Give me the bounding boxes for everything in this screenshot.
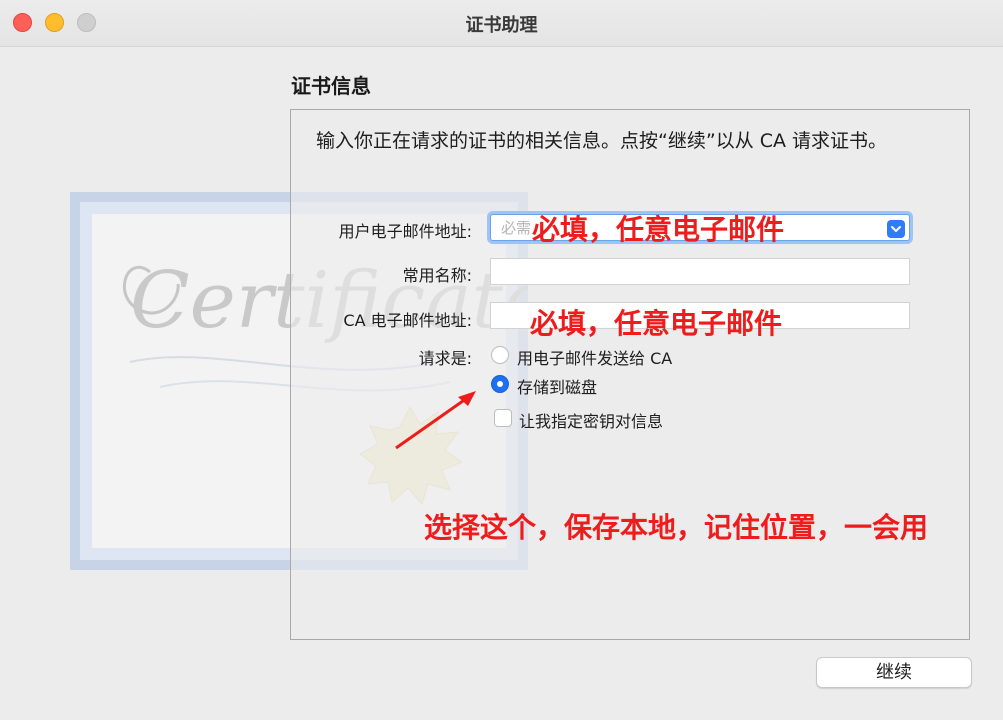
certificate-assistant-window: 证书助理 Certificate 证书信息 输入你正在请求的证书的相关信息。点按… bbox=[0, 0, 1003, 720]
email-label: 用户电子邮件地址: bbox=[338, 222, 472, 241]
save-to-disk-label[interactable]: 存储到磁盘 bbox=[517, 374, 597, 398]
request-is-label: 请求是: bbox=[418, 349, 472, 368]
email-to-ca-label[interactable]: 用电子邮件发送给 CA bbox=[517, 345, 672, 369]
ca-email-annotation: 必填，任意电子邮件 bbox=[530, 307, 783, 340]
intro-text: 输入你正在请求的证书的相关信息。点按“继续”以从 CA 请求证书。 bbox=[316, 130, 888, 152]
save-to-disk-radio[interactable] bbox=[491, 375, 509, 393]
section-title: 证书信息 bbox=[291, 74, 371, 98]
common-name-field[interactable] bbox=[490, 258, 910, 285]
form-panel bbox=[290, 109, 970, 640]
specify-key-pair-checkbox[interactable] bbox=[494, 409, 512, 427]
specify-key-pair-label[interactable]: 让我指定密钥对信息 bbox=[519, 408, 663, 432]
save-annotation: 选择这个，保存本地，记住位置，一会用 bbox=[424, 511, 929, 544]
chevron-down-icon[interactable] bbox=[887, 220, 905, 238]
continue-button[interactable]: 继续 bbox=[816, 657, 972, 688]
title-bar: 证书助理 bbox=[0, 0, 1003, 47]
ca-email-label: CA 电子邮件地址: bbox=[343, 311, 472, 330]
common-name-input[interactable] bbox=[491, 259, 909, 284]
email-to-ca-radio[interactable] bbox=[491, 346, 509, 364]
common-name-label: 常用名称: bbox=[402, 266, 472, 285]
email-annotation: 必填，任意电子邮件 bbox=[532, 213, 785, 246]
window-title: 证书助理 bbox=[465, 15, 538, 36]
annotation-arrow-icon bbox=[395, 391, 476, 450]
